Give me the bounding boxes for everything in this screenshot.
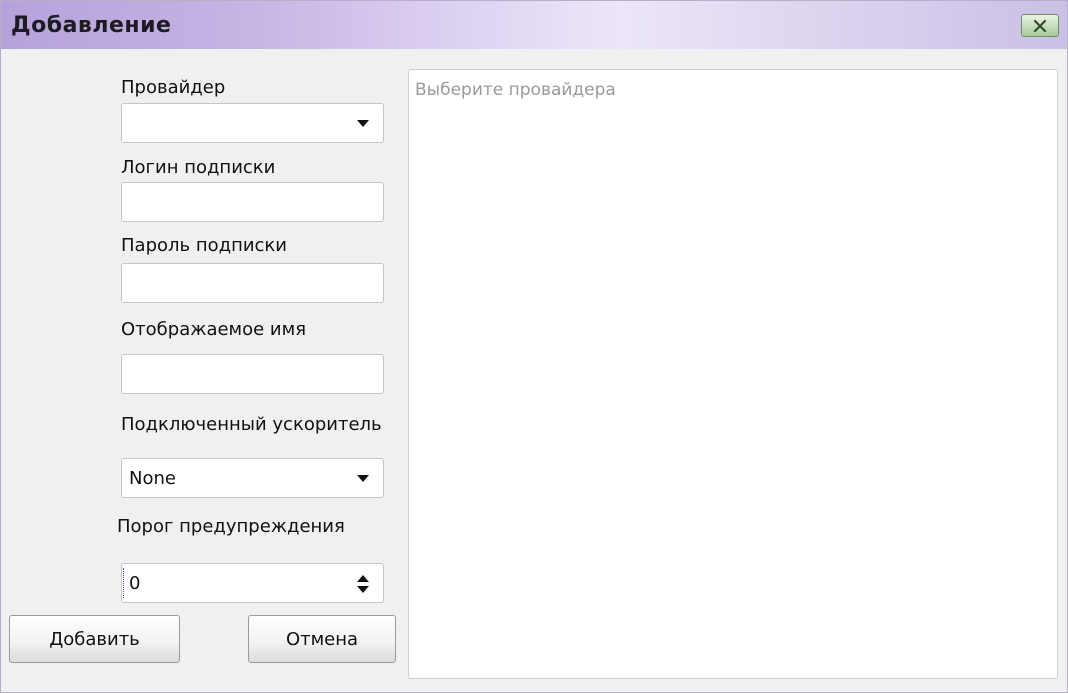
login-input[interactable] <box>121 182 384 222</box>
provider-info-panel: Выберите провайдера <box>408 69 1058 679</box>
spin-down-icon[interactable] <box>357 586 369 593</box>
cancel-button[interactable]: Отмена <box>248 615 396 663</box>
provider-info-hint: Выберите провайдера <box>415 80 616 100</box>
accelerator-select[interactable]: None <box>121 458 384 498</box>
password-input[interactable] <box>121 263 384 303</box>
add-dialog-window: Добавление Провайдер Логин подписки Паро… <box>0 0 1068 693</box>
chevron-down-icon[interactable] <box>357 120 369 127</box>
login-label: Логин подписки <box>121 157 276 178</box>
display-name-input[interactable] <box>121 354 384 394</box>
provider-label: Провайдер <box>121 77 226 98</box>
threshold-label: Порог предупреждения <box>117 516 345 537</box>
accelerator-select-value: None <box>129 468 176 489</box>
window-title: Добавление <box>11 13 172 38</box>
title-bar[interactable]: Добавление <box>1 1 1067 49</box>
focus-indicator <box>123 568 124 598</box>
password-label: Пароль подписки <box>121 235 287 256</box>
display-name-label: Отображаемое имя <box>121 319 307 340</box>
provider-select[interactable] <box>121 103 384 143</box>
threshold-spinner-value: 0 <box>129 573 141 594</box>
accelerator-label: Подключенный ускоритель <box>121 414 382 435</box>
threshold-spinner[interactable]: 0 <box>121 563 384 603</box>
spin-up-icon[interactable] <box>357 575 369 582</box>
add-button[interactable]: Добавить <box>9 615 180 663</box>
chevron-down-icon[interactable] <box>357 475 369 482</box>
close-button[interactable] <box>1021 14 1059 37</box>
close-icon <box>1033 19 1047 32</box>
